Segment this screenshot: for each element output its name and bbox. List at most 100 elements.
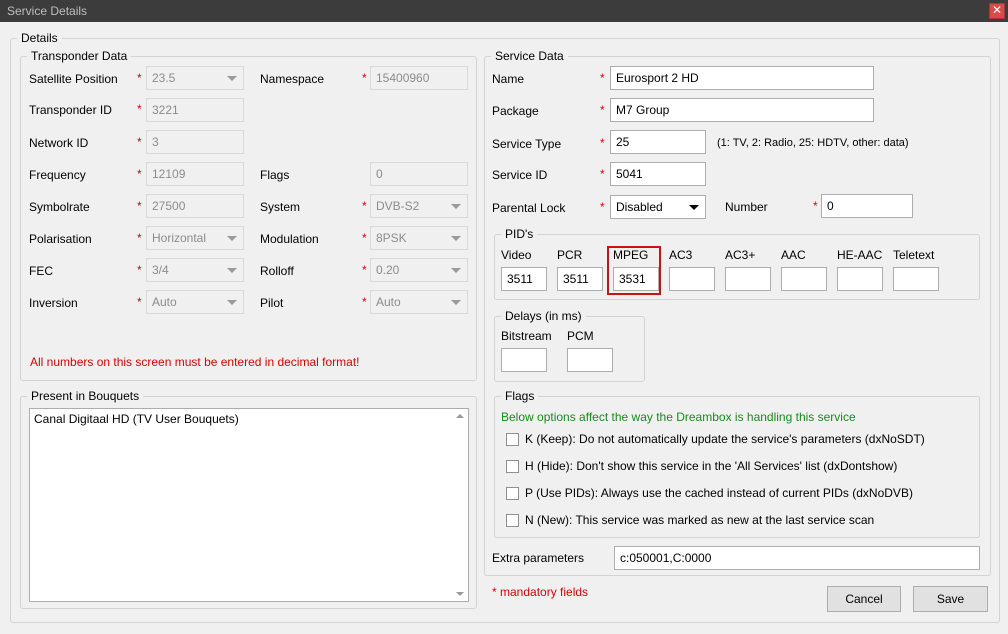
- bouquets-scrollbar[interactable]: [453, 410, 467, 600]
- flags-label: Flags: [260, 168, 290, 182]
- flags-note: Below options affect the way the Dreambo…: [501, 410, 856, 424]
- rolloff-select[interactable]: 0.20: [370, 258, 468, 282]
- ac3-pid-field[interactable]: [669, 267, 715, 291]
- heaac-pid-label: HE-AAC: [837, 248, 883, 262]
- modulation-label: Modulation: [260, 232, 319, 246]
- ac3plus-pid-field[interactable]: [725, 267, 771, 291]
- transponder-data-legend: Transponder Data: [27, 49, 132, 63]
- required-marker: *: [137, 167, 142, 181]
- network-id-label: Network ID: [29, 136, 89, 150]
- system-label: System: [260, 200, 301, 214]
- symbolrate-field[interactable]: 27500: [146, 194, 244, 218]
- fec-label: FEC: [29, 264, 53, 278]
- use-pids-checkbox-label: P (Use PIDs): Always use the cached inst…: [525, 486, 913, 500]
- satellite-position-select[interactable]: 23.5: [146, 66, 244, 90]
- pcm-label: PCM: [567, 329, 594, 343]
- pilot-select[interactable]: Auto: [370, 290, 468, 314]
- satellite-position-label: Satellite Position: [29, 72, 118, 86]
- new-checkbox[interactable]: [506, 514, 519, 527]
- required-marker: *: [600, 167, 605, 181]
- required-marker: *: [137, 135, 142, 149]
- flags-field[interactable]: 0: [370, 162, 468, 186]
- required-marker: *: [137, 71, 142, 85]
- required-marker: *: [137, 263, 142, 277]
- cancel-button[interactable]: Cancel: [827, 586, 901, 612]
- keep-checkbox[interactable]: [506, 433, 519, 446]
- service-id-field[interactable]: 5041: [610, 162, 706, 186]
- heaac-pid-field[interactable]: [837, 267, 883, 291]
- namespace-field[interactable]: 15400960: [370, 66, 468, 90]
- window-title: Service Details: [7, 4, 88, 18]
- inversion-select[interactable]: Auto: [146, 290, 244, 314]
- required-marker: *: [137, 295, 142, 309]
- scroll-down-icon[interactable]: [456, 592, 464, 596]
- pids-legend: PID's: [501, 227, 538, 241]
- pcr-pid-label: PCR: [557, 248, 583, 262]
- list-item[interactable]: Canal Digitaal HD (TV User Bouquets): [34, 412, 239, 426]
- parental-lock-select[interactable]: Disabled: [610, 195, 706, 219]
- name-label: Name: [492, 72, 525, 86]
- required-marker: *: [813, 199, 818, 213]
- symbolrate-label: Symbolrate: [29, 200, 90, 214]
- required-marker: *: [137, 199, 142, 213]
- name-field[interactable]: Eurosport 2 HD: [610, 66, 874, 90]
- teletext-pid-field[interactable]: [893, 267, 939, 291]
- required-marker: *: [362, 231, 367, 245]
- pilot-label: Pilot: [260, 296, 284, 310]
- number-label: Number: [725, 200, 768, 214]
- bouquets-list[interactable]: Canal Digitaal HD (TV User Bouquets): [29, 408, 469, 602]
- delays-legend: Delays (in ms): [501, 309, 586, 323]
- fec-select[interactable]: 3/4: [146, 258, 244, 282]
- required-marker: *: [137, 231, 142, 245]
- video-pid-label: Video: [501, 248, 532, 262]
- service-data-legend: Service Data: [491, 49, 568, 63]
- extra-parameters-label: Extra parameters: [492, 551, 585, 565]
- teletext-pid-label: Teletext: [893, 248, 935, 262]
- new-checkbox-label: N (New): This service was marked as new …: [525, 513, 875, 527]
- transponder-id-field[interactable]: 3221: [146, 98, 244, 122]
- pcm-field[interactable]: [567, 348, 613, 372]
- required-marker: *: [362, 263, 367, 277]
- package-field[interactable]: M7 Group: [610, 98, 874, 122]
- modulation-select[interactable]: 8PSK: [370, 226, 468, 250]
- scroll-up-icon[interactable]: [456, 414, 464, 418]
- aac-pid-label: AAC: [781, 248, 806, 262]
- pcr-pid-field[interactable]: 3511: [557, 267, 603, 291]
- inversion-label: Inversion: [29, 296, 78, 310]
- package-label: Package: [492, 104, 539, 118]
- parental-lock-label: Parental Lock: [492, 201, 566, 215]
- frequency-field[interactable]: 12109: [146, 162, 244, 186]
- transponder-id-label: Transponder ID: [29, 103, 112, 117]
- service-id-label: Service ID: [492, 168, 548, 182]
- rolloff-label: Rolloff: [260, 264, 294, 278]
- save-button[interactable]: Save: [913, 586, 988, 612]
- video-pid-field[interactable]: 3511: [501, 267, 547, 291]
- required-marker: *: [600, 136, 605, 150]
- use-pids-checkbox[interactable]: [506, 487, 519, 500]
- service-type-hint: (1: TV, 2: Radio, 25: HDTV, other: data): [717, 137, 909, 149]
- required-marker: *: [362, 199, 367, 213]
- required-marker: *: [362, 71, 367, 85]
- required-marker: *: [362, 295, 367, 309]
- polarisation-label: Polarisation: [29, 232, 92, 246]
- extra-parameters-field[interactable]: c:050001,C:0000: [614, 546, 980, 570]
- bitstream-label: Bitstream: [501, 329, 552, 343]
- system-select[interactable]: DVB-S2: [370, 194, 468, 218]
- aac-pid-field[interactable]: [781, 267, 827, 291]
- bitstream-field[interactable]: [501, 348, 547, 372]
- keep-checkbox-label: K (Keep): Do not automatically update th…: [525, 432, 925, 446]
- details-legend: Details: [17, 31, 62, 45]
- polarisation-select[interactable]: Horizontal: [146, 226, 244, 250]
- network-id-field[interactable]: 3: [146, 130, 244, 154]
- hide-checkbox[interactable]: [506, 460, 519, 473]
- ac3-pid-label: AC3: [669, 248, 693, 262]
- required-marker: *: [600, 200, 605, 214]
- hide-checkbox-label: H (Hide): Don't show this service in the…: [525, 459, 898, 473]
- namespace-label: Namespace: [260, 72, 325, 86]
- mpeg-highlight-box: [607, 246, 661, 295]
- number-field[interactable]: 0: [821, 194, 913, 218]
- frequency-label: Frequency: [29, 168, 86, 182]
- close-icon[interactable]: ✕: [989, 3, 1005, 19]
- required-marker: *: [600, 71, 605, 85]
- service-type-field[interactable]: 25: [610, 130, 706, 154]
